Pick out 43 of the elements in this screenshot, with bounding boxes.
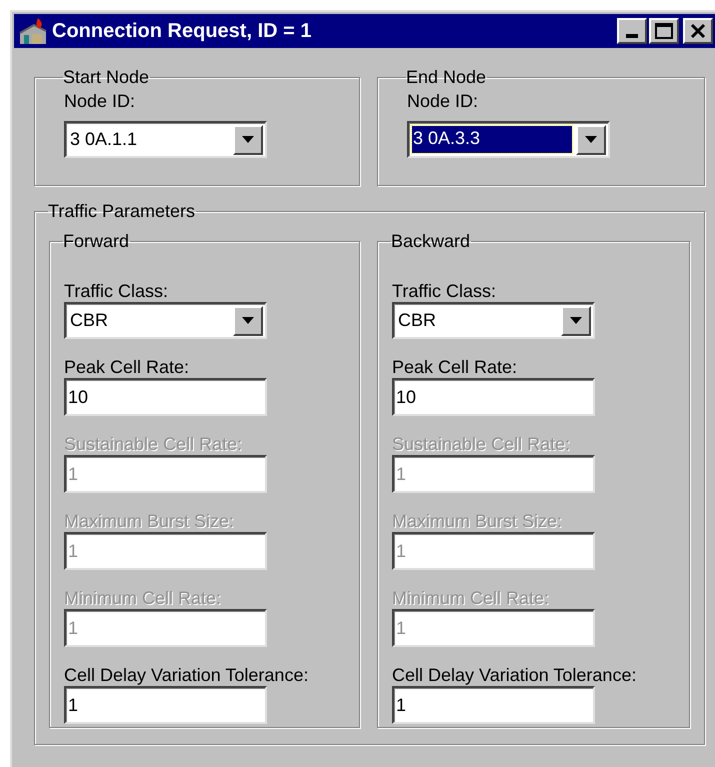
field-label: Traffic Class: [64, 280, 168, 302]
dropdown-field[interactable]: 3 0A.1.1 [64, 121, 267, 158]
field-label: Node ID: [64, 90, 136, 112]
field-label: Cell Delay Variation Tolerance: [392, 664, 636, 686]
dropdown-button[interactable] [233, 124, 263, 154]
input-field[interactable]: 1 [392, 686, 595, 724]
house-icon [18, 17, 48, 45]
caret-icon [585, 136, 597, 143]
dropdown-field[interactable]: CBR [392, 302, 595, 339]
input-field[interactable]: 10 [64, 378, 267, 416]
field-label: Maximum Burst Size: [392, 510, 562, 532]
group-title: End Node [406, 66, 488, 88]
maximize-icon [655, 23, 673, 39]
field-label: Peak Cell Rate: [392, 356, 518, 378]
caret-icon [242, 136, 254, 143]
field-label: Node ID: [407, 90, 478, 112]
minimize-button[interactable] [617, 18, 647, 44]
field-label: Minimum Cell Rate: [64, 587, 222, 609]
dropdown-button[interactable] [561, 306, 591, 336]
field-label: Traffic Class: [392, 280, 496, 302]
window-title: Connection Request, ID = 1 [52, 19, 312, 44]
group-title: Backward [391, 230, 472, 252]
dropdown-button[interactable] [576, 124, 606, 154]
field-label: Cell Delay Variation Tolerance: [64, 664, 308, 686]
dropdown-field[interactable]: CBR [64, 302, 267, 339]
field-label: Sustainable Cell Rate: [392, 433, 570, 455]
group-title: Forward [63, 230, 130, 252]
close-button[interactable] [683, 18, 713, 44]
group-title: Traffic Parameters [48, 200, 196, 222]
maximize-button[interactable] [649, 18, 679, 44]
dropdown-field[interactable]: 3 0A.3.3 [407, 121, 610, 158]
field-label: Sustainable Cell Rate: [64, 433, 242, 455]
caret-icon [570, 317, 582, 324]
field-label: Minimum Cell Rate: [392, 587, 550, 609]
minimize-icon [626, 34, 638, 38]
input-field[interactable]: 1 [64, 686, 267, 724]
input-field[interactable]: 10 [392, 378, 595, 416]
dropdown-button[interactable] [233, 306, 263, 336]
field-label: Peak Cell Rate: [64, 356, 190, 378]
group-title: Start Node [63, 66, 150, 88]
field-label: Maximum Burst Size: [64, 510, 234, 532]
close-icon [690, 23, 706, 39]
caret-icon [242, 317, 254, 324]
